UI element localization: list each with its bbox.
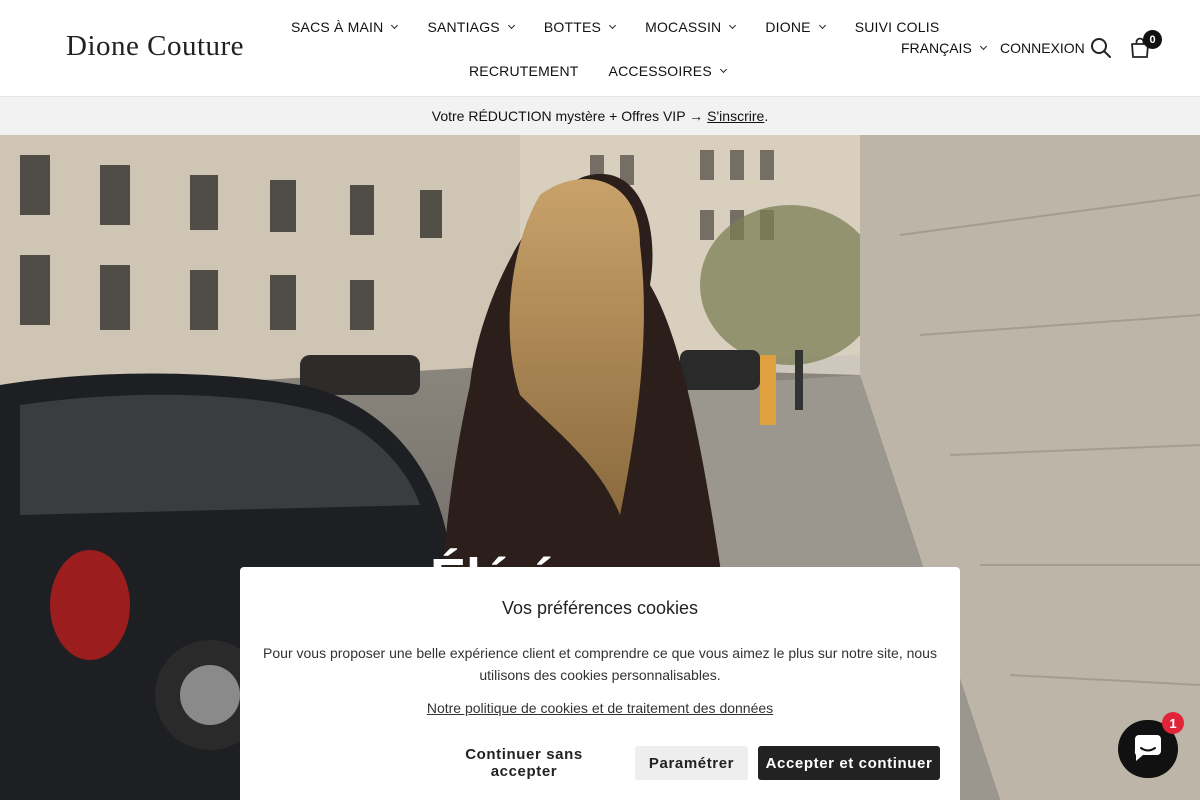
nav-label: SANTIAGS xyxy=(427,19,500,35)
nav-item-mocassin[interactable]: MOCASSIN xyxy=(645,17,737,37)
nav-label: DIONE xyxy=(765,19,811,35)
login-link[interactable]: CONNEXION xyxy=(1000,40,1085,56)
chevron-down-icon xyxy=(818,21,826,29)
main-nav-row-2: RECRUTEMENT ACCESSOIRES xyxy=(469,61,756,81)
nav-label: ACCESSOIRES xyxy=(608,63,712,79)
nav-item-sacs-a-main[interactable]: SACS À MAIN xyxy=(291,17,399,37)
nav-label: SUIVI COLIS xyxy=(854,19,940,35)
chat-bubble-icon xyxy=(1134,735,1161,761)
chevron-down-icon xyxy=(391,21,399,29)
cookie-title: Vos préférences cookies xyxy=(501,598,699,618)
nav-item-santiags[interactable]: SANTIAGS xyxy=(427,17,515,37)
cookie-consent-dialog: Vos préférences cookies Pour vous propos… xyxy=(240,567,960,800)
cookie-settings-button[interactable]: Paramétrer xyxy=(635,746,748,780)
logo[interactable]: Dione Couture xyxy=(66,30,244,63)
continue-without-accepting-button[interactable]: Continuer sans accepter xyxy=(430,746,618,780)
nav-item-suivi-colis[interactable]: SUIVI COLIS xyxy=(855,17,940,37)
chevron-down-icon xyxy=(507,21,515,29)
language-selector[interactable]: FRANÇAIS xyxy=(901,40,987,56)
chevron-down-icon xyxy=(719,65,727,73)
nav-item-recrutement[interactable]: RECRUTEMENT xyxy=(469,61,579,81)
main-nav-row-1: SACS À MAIN SANTIAGS BOTTES MOCASSIN DIO… xyxy=(291,17,969,37)
search-icon[interactable] xyxy=(1090,37,1112,59)
nav-item-dione[interactable]: DIONE xyxy=(765,17,826,37)
language-label: FRANÇAIS xyxy=(901,40,972,56)
announcement-suffix: . xyxy=(764,108,769,124)
nav-label: BOTTES xyxy=(543,19,602,35)
nav-item-accessoires[interactable]: ACCESSOIRES xyxy=(608,61,727,81)
site-header: Dione Couture SACS À MAIN SANTIAGS BOTTE… xyxy=(0,0,1200,97)
chevron-down-icon xyxy=(979,42,987,50)
nav-item-bottes[interactable]: BOTTES xyxy=(543,17,617,37)
nav-label: SACS À MAIN xyxy=(291,19,384,35)
cart-count-badge: 0 xyxy=(1143,30,1162,49)
chevron-down-icon xyxy=(729,21,737,29)
nav-label: RECRUTEMENT xyxy=(469,63,579,79)
announcement-bar: Votre RÉDUCTION mystère + Offres VIP → S… xyxy=(0,97,1200,135)
cookie-description: Pour vous proposer une belle expérience … xyxy=(263,645,937,683)
nav-label: MOCASSIN xyxy=(645,19,722,35)
chat-notification-badge: 1 xyxy=(1162,712,1184,734)
announcement-text: Votre RÉDUCTION mystère + Offres VIP → xyxy=(431,108,704,124)
cookie-policy-link[interactable]: Notre politique de cookies et de traitem… xyxy=(240,700,960,716)
signup-link[interactable]: S'inscrire xyxy=(707,108,764,124)
chevron-down-icon xyxy=(609,21,617,29)
accept-and-continue-button[interactable]: Accepter et continuer xyxy=(758,746,940,780)
